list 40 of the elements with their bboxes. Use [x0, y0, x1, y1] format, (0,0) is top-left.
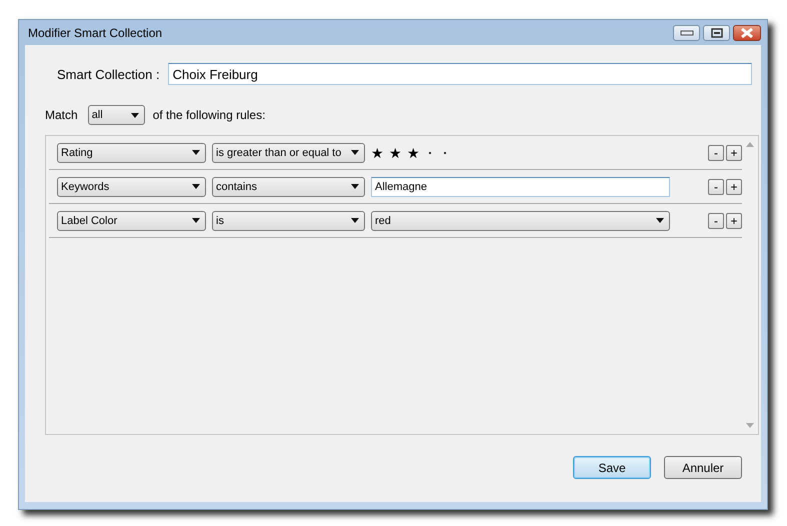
add-rule-button[interactable]: +	[726, 144, 742, 160]
caret-icon	[192, 184, 200, 189]
field-dropdown[interactable]: Keywords	[57, 176, 206, 196]
remove-rule-button[interactable]: -	[708, 212, 724, 228]
star-icon: ★	[389, 144, 402, 160]
save-button[interactable]: Save	[573, 456, 651, 479]
minimize-icon	[680, 30, 694, 36]
match-label: Match	[45, 108, 78, 122]
maximize-button[interactable]	[703, 24, 730, 40]
collection-name-label: Smart Collection :	[57, 66, 160, 82]
match-dropdown[interactable]: all	[88, 105, 145, 125]
close-button[interactable]	[733, 24, 761, 40]
value-dropdown[interactable]: red	[371, 210, 670, 230]
caret-icon	[351, 184, 359, 189]
cancel-button[interactable]: Annuler	[664, 456, 742, 479]
field-dropdown[interactable]: Rating	[57, 142, 206, 162]
operator-dropdown[interactable]: is	[212, 210, 365, 230]
match-suffix-label: of the following rules:	[152, 108, 266, 122]
close-icon	[740, 28, 754, 38]
value-field[interactable]: Allemagne	[371, 176, 670, 196]
caret-icon	[656, 218, 664, 223]
star-rating[interactable]: ★ ★ ★	[371, 142, 450, 162]
add-rule-button[interactable]: +	[726, 212, 742, 228]
add-rule-button[interactable]: +	[726, 178, 742, 194]
star-icon: ★	[407, 144, 420, 160]
caret-icon	[192, 150, 200, 155]
caret-icon	[351, 150, 359, 155]
caret-icon	[351, 218, 359, 223]
minimize-button[interactable]	[673, 24, 700, 40]
collection-name-field[interactable]: Choix Freiburg	[168, 63, 752, 85]
maximize-icon	[710, 28, 722, 38]
remove-rule-button[interactable]: -	[708, 144, 724, 160]
caret-icon	[130, 112, 139, 118]
field-dropdown[interactable]: Label Color	[57, 210, 206, 230]
star-icon: ★	[371, 144, 384, 160]
remove-rule-button[interactable]: -	[708, 178, 724, 194]
operator-dropdown[interactable]: contains	[212, 176, 365, 196]
caret-icon	[192, 218, 200, 223]
operator-dropdown[interactable]: is greater than or equal to	[212, 142, 365, 162]
window-title: Modifier Smart Collection	[28, 26, 164, 40]
